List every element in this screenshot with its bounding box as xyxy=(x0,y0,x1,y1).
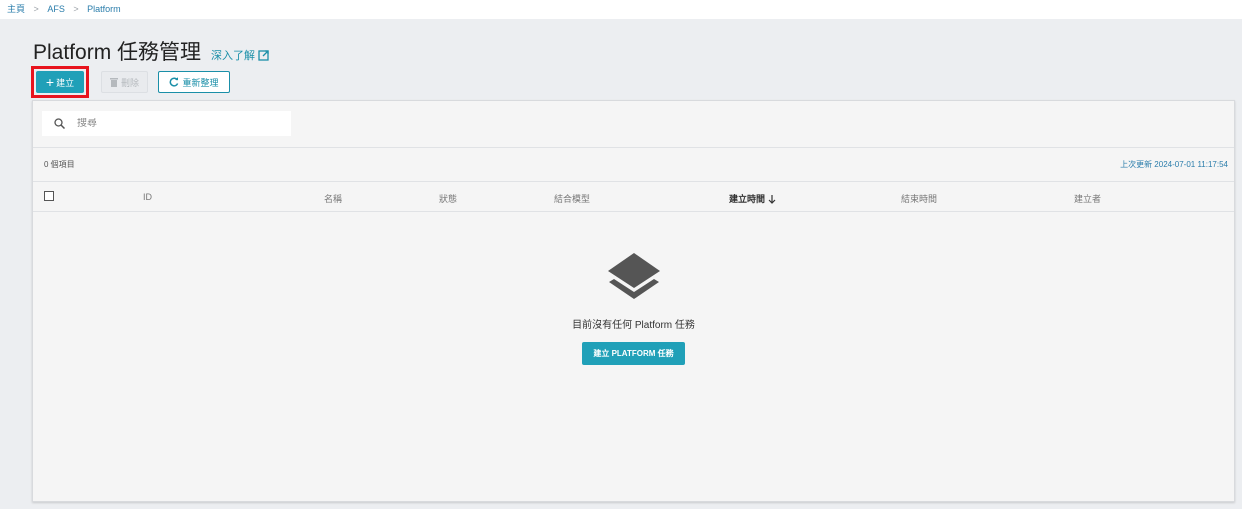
column-creator[interactable]: 建立者 xyxy=(1074,192,1101,205)
search-box xyxy=(42,111,291,136)
refresh-button[interactable]: 重新整理 xyxy=(158,71,230,93)
sort-down-icon xyxy=(768,195,776,204)
column-id[interactable]: ID xyxy=(143,192,152,202)
column-created-time-label: 建立時間 xyxy=(729,194,766,204)
select-all-checkbox[interactable] xyxy=(44,191,54,201)
breadcrumb-afs[interactable]: AFS xyxy=(47,4,65,14)
create-button-highlight: + 建立 xyxy=(31,66,89,98)
task-panel: 0 個項目 上次更新 2024-07-01 11:17:54 ID 名稱 狀態 … xyxy=(32,100,1235,502)
breadcrumb-home[interactable]: 主頁 xyxy=(7,4,25,14)
column-created-time[interactable]: 建立時間 xyxy=(729,192,776,205)
table-header: ID 名稱 狀態 結合模型 建立時間 結束時間 建立者 xyxy=(33,181,1234,212)
breadcrumb-separator: > xyxy=(33,4,39,14)
create-button[interactable]: + 建立 xyxy=(36,71,84,93)
search-input[interactable] xyxy=(77,118,277,129)
create-button-label: 建立 xyxy=(56,77,75,88)
column-name[interactable]: 名稱 xyxy=(324,192,342,205)
toolbar: + 建立 刪除 重新整理 xyxy=(31,66,230,98)
divider xyxy=(33,147,1234,148)
breadcrumb-separator: > xyxy=(73,4,79,14)
empty-message: 目前沒有任何 Platform 任務 xyxy=(572,320,695,331)
refresh-button-label: 重新整理 xyxy=(182,77,219,88)
page-title: Platform 任務管理 xyxy=(33,41,202,64)
trash-icon xyxy=(109,77,118,87)
breadcrumb: 主頁 > AFS > Platform xyxy=(0,0,1242,19)
title-row: Platform 任務管理 深入了解 xyxy=(33,36,269,66)
column-end-time[interactable]: 結束時間 xyxy=(901,192,937,205)
delete-button[interactable]: 刪除 xyxy=(101,71,148,93)
last-updated: 上次更新 2024-07-01 11:17:54 xyxy=(1120,160,1228,169)
external-link-icon xyxy=(258,49,269,61)
learn-more-link[interactable]: 深入了解 xyxy=(211,47,269,63)
empty-state: 目前沒有任何 Platform 任務 建立 PLATFORM 任務 xyxy=(33,251,1234,365)
delete-button-label: 刪除 xyxy=(120,77,139,88)
refresh-icon xyxy=(170,77,179,87)
column-status[interactable]: 狀態 xyxy=(439,192,457,205)
search-icon xyxy=(54,118,65,129)
breadcrumb-platform[interactable]: Platform xyxy=(87,4,121,14)
item-count: 0 個項目 xyxy=(44,160,75,169)
column-model[interactable]: 結合模型 xyxy=(554,192,590,205)
learn-more-label: 深入了解 xyxy=(211,50,256,62)
layers-icon xyxy=(607,253,660,299)
create-task-button[interactable]: 建立 PLATFORM 任務 xyxy=(582,342,685,365)
plus-icon: + xyxy=(45,74,55,90)
